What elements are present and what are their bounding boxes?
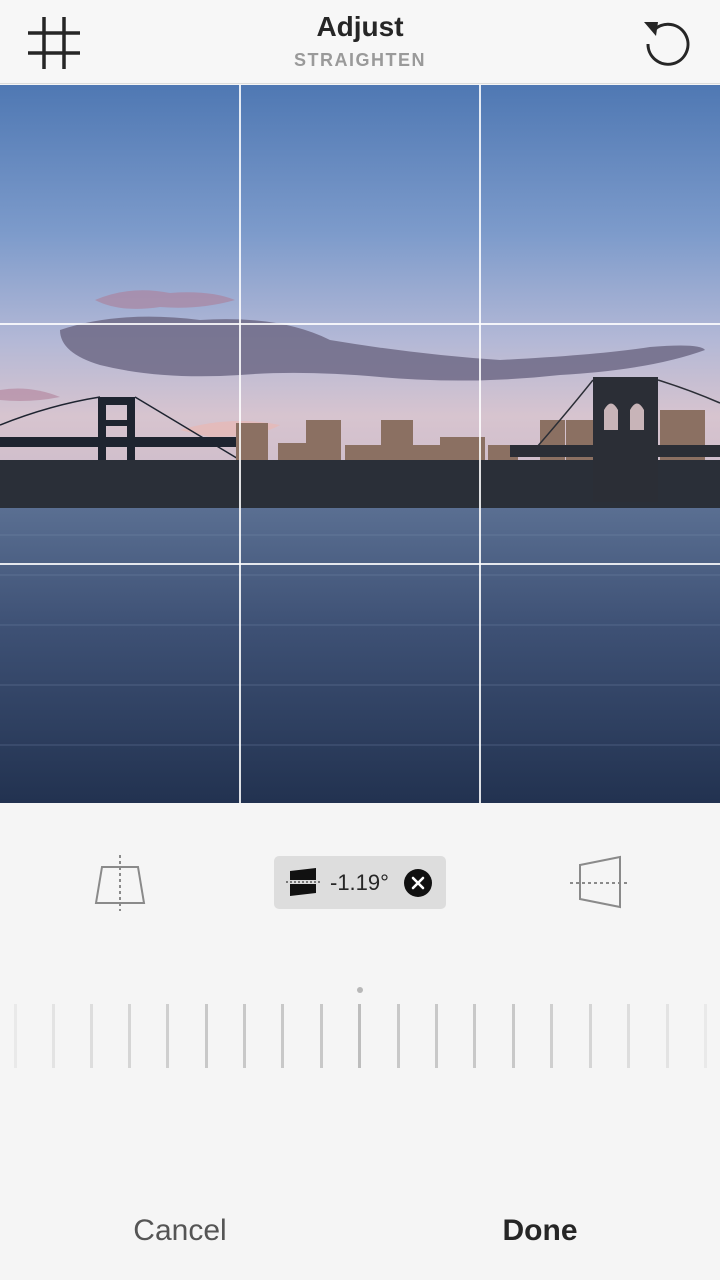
dial-tick (550, 1004, 553, 1068)
straighten-angle-value: -1.19° (330, 870, 389, 895)
dial-tick (166, 1004, 169, 1068)
dial-tick (90, 1004, 93, 1068)
header-bar: Adjust STRAIGHTEN (0, 0, 720, 84)
dial-tick (14, 1004, 17, 1068)
close-icon[interactable] (403, 868, 433, 898)
cancel-button[interactable]: Cancel (110, 1206, 250, 1256)
dial-tick (589, 1004, 592, 1068)
grid-line (0, 563, 720, 565)
horizontal-perspective-icon[interactable] (570, 855, 630, 911)
dial-tick (435, 1004, 438, 1068)
rotate-icon[interactable] (640, 14, 694, 68)
page-title: Adjust (316, 11, 404, 42)
straighten-value-pill[interactable]: -1.19° (274, 856, 446, 909)
dial-tick (52, 1004, 55, 1068)
photo-canvas[interactable] (0, 85, 720, 803)
dial-center-indicator (357, 987, 363, 993)
tilt-icon (286, 867, 320, 897)
done-button[interactable]: Done (470, 1206, 610, 1256)
straighten-dial[interactable] (0, 980, 720, 1080)
grid-line (239, 85, 241, 803)
dial-tick (473, 1004, 476, 1068)
vertical-perspective-icon[interactable] (92, 853, 148, 911)
dial-tick (666, 1004, 669, 1068)
dial-tick (512, 1004, 515, 1068)
dial-tick (704, 1004, 707, 1068)
dial-tick-center (358, 1004, 361, 1068)
grid-line (479, 85, 481, 803)
dial-tick (205, 1004, 208, 1068)
dial-tick (281, 1004, 284, 1068)
dial-tick (320, 1004, 323, 1068)
grid-line (0, 323, 720, 325)
city-skyline-image (0, 85, 720, 803)
dial-tick (243, 1004, 246, 1068)
dial-tick (128, 1004, 131, 1068)
page-subtitle: STRAIGHTEN (294, 50, 426, 70)
dial-tick (397, 1004, 400, 1068)
dial-tick (627, 1004, 630, 1068)
